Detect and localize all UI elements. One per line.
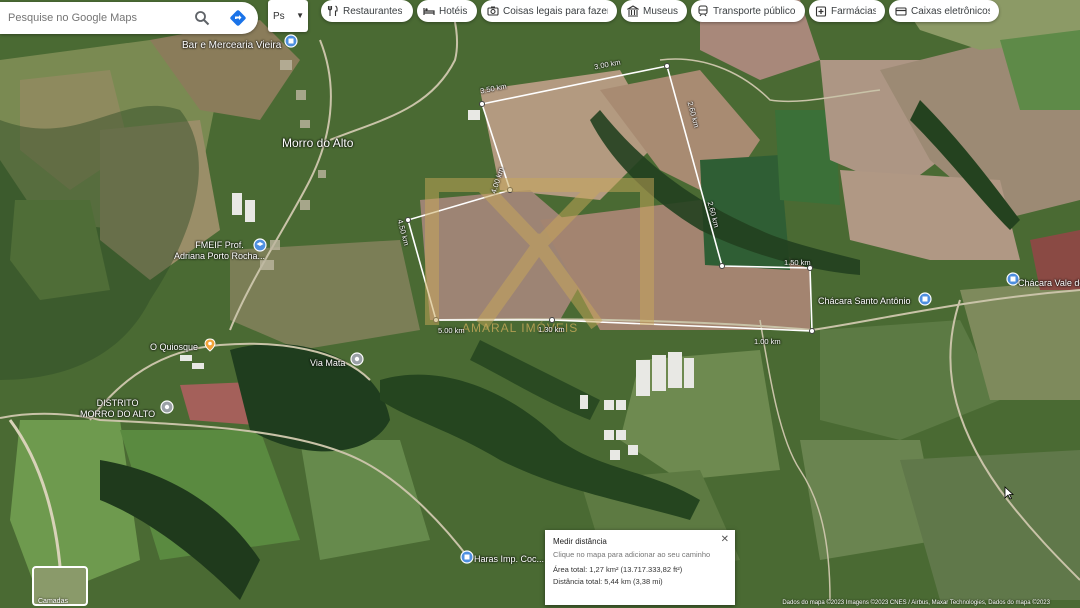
atm-icon xyxy=(895,7,907,16)
place-pin-icon[interactable] xyxy=(460,550,474,564)
chip-label: Transporte público xyxy=(713,5,796,17)
chip-label: Coisas legais para fazer xyxy=(503,5,608,17)
chip-label: Restaurantes xyxy=(343,5,403,17)
place-label-bar-mercearia[interactable]: Bar e Mercearia Vieira xyxy=(182,40,281,51)
place-label-chacara-santo-antonio[interactable]: Chácara Santo Antônio xyxy=(818,296,911,307)
chip-atms[interactable]: Caixas eletrônicos xyxy=(889,0,999,22)
search-input[interactable] xyxy=(6,11,190,25)
place-pin-icon[interactable] xyxy=(284,34,298,48)
chip-label: Hotéis xyxy=(439,5,468,17)
place-label-school[interactable]: FMEIF Prof. Adriana Porto Rocha... xyxy=(174,240,265,262)
mouse-cursor-icon xyxy=(1004,486,1014,500)
place-label-distrito[interactable]: DISTRITO MORRO DO ALTO xyxy=(80,398,155,420)
chip-label: Museus xyxy=(643,5,678,17)
total-distance: Distância total: 5,44 km (3,38 mi) xyxy=(553,577,663,586)
segment-label: 5.00 km xyxy=(438,326,465,335)
chip-label: Farmácias xyxy=(831,5,876,17)
place-label-haras[interactable]: Haras Imp. Coc... xyxy=(474,554,544,565)
camera-icon xyxy=(487,6,499,16)
chip-hotels[interactable]: Hotéis xyxy=(417,0,477,22)
close-icon[interactable]: ✕ xyxy=(721,534,729,545)
place-label-o-quiosque[interactable]: O Quiosque xyxy=(150,342,198,353)
directions-icon[interactable] xyxy=(228,8,248,28)
place-label-chacara-vale[interactable]: Chácara Vale do xyxy=(1018,278,1080,289)
measure-distance-panel: ✕ Medir distância Clique no mapa para ad… xyxy=(545,530,735,605)
map-attribution: Dados do mapa ©2023 Imagens ©2023 CNES /… xyxy=(782,600,1050,606)
chip-museums[interactable]: Museus xyxy=(621,0,687,22)
panel-title: Medir distância xyxy=(553,537,607,546)
place-pin-icon[interactable] xyxy=(350,352,364,366)
chip-pharmacies[interactable]: Farmácias xyxy=(809,0,885,22)
place-label-via-mata[interactable]: Via Mata xyxy=(310,358,345,369)
place-pin-icon[interactable] xyxy=(160,400,174,414)
panel-hint: Clique no mapa para adicionar ao seu cam… xyxy=(553,550,711,559)
fork-knife-icon xyxy=(327,5,338,16)
layers-thumbnail[interactable]: Camadas xyxy=(32,566,88,606)
museum-icon xyxy=(627,5,639,17)
search-icon[interactable] xyxy=(194,10,210,26)
segment-label: 1.30 km xyxy=(538,325,565,334)
search-box[interactable] xyxy=(0,2,258,34)
food-pin-icon[interactable] xyxy=(203,338,217,352)
chip-restaurants[interactable]: Restaurantes xyxy=(321,0,413,22)
layers-thumbnail-label: Camadas xyxy=(38,598,68,605)
train-icon xyxy=(698,5,708,17)
layer-selector[interactable]: Ps ▼ xyxy=(268,0,308,32)
segment-label: 1.50 km xyxy=(784,258,811,267)
chip-things-to-do[interactable]: Coisas legais para fazer xyxy=(481,0,617,22)
layer-selector-label: Ps xyxy=(273,10,285,22)
chevron-down-icon: ▼ xyxy=(296,11,304,20)
pharmacy-icon xyxy=(815,6,827,17)
place-pin-icon[interactable] xyxy=(918,292,932,306)
bed-icon xyxy=(423,8,435,15)
total-area: Área total: 1,27 km² (13.717.333,82 ft²) xyxy=(553,565,683,574)
segment-label: 1.00 km xyxy=(754,337,781,346)
chip-public-transport[interactable]: Transporte público xyxy=(691,0,805,22)
place-label-morro-do-alto[interactable]: Morro do Alto xyxy=(282,137,353,149)
chip-label: Caixas eletrônicos xyxy=(911,5,990,17)
